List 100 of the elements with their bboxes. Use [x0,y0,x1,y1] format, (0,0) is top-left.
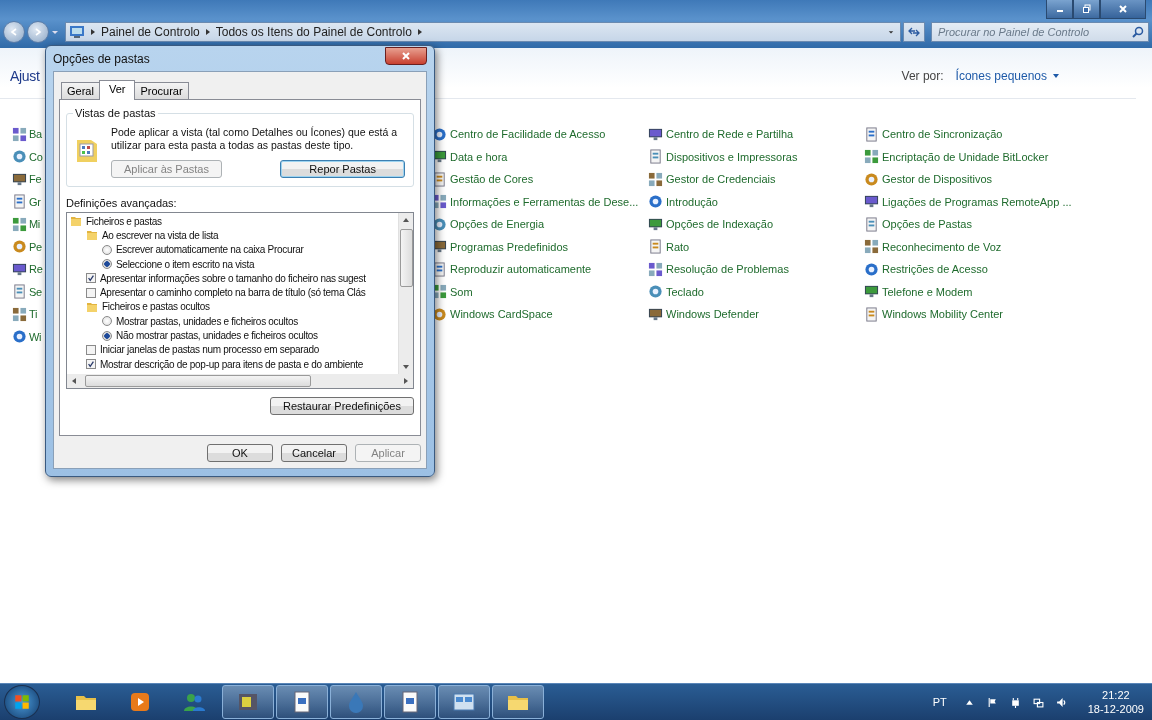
control-panel-link[interactable]: Reproduzir automaticamente [450,263,592,276]
control-panel-link[interactable]: Som [450,285,473,298]
taskbar-button[interactable] [384,685,436,719]
taskbar-button[interactable] [276,685,328,719]
tree-item[interactable]: Escrever automaticamente na caixa Procurar [102,242,398,257]
chevron-icon[interactable] [204,28,211,36]
control-panel-link[interactable]: Opções de Pastas [882,218,972,231]
control-panel-link[interactable]: Programas Predefinidos [450,240,568,253]
tree-item[interactable]: Seleccione o item escrito na vista [102,256,398,272]
scrollbar[interactable] [398,213,413,374]
tree-item[interactable]: Ao escrever na vista de lista [86,228,398,243]
close-button[interactable] [1100,0,1146,19]
push-button[interactable]: Cancelar [281,444,347,462]
taskbar-button[interactable] [492,685,544,719]
window-icon [452,690,476,714]
chevron-icon[interactable] [90,28,96,36]
speaker-icon[interactable] [1055,696,1067,708]
tab[interactable]: Geral [61,82,100,99]
control-panel-link[interactable]: Re [29,263,43,276]
control-panel-link[interactable]: Windows Mobility Center [882,308,1004,321]
forward-button[interactable] [27,21,49,43]
plug-icon[interactable] [1009,696,1021,708]
control-panel-link[interactable]: Gestão de Cores [450,173,534,186]
control-panel-link[interactable]: Gestor de Dispositivos [882,173,993,186]
control-panel-link[interactable]: Windows CardSpace [450,308,553,321]
radio-button[interactable] [102,244,112,255]
tab[interactable]: Procurar [134,82,189,99]
control-panel-link[interactable]: Pe [29,240,42,253]
control-panel-link[interactable]: Opções de Energia [450,218,545,231]
back-button[interactable] [3,21,25,43]
right-arrow-icon[interactable] [403,377,409,385]
control-panel-link[interactable]: Informações e Ferramentas de Dese... [450,195,639,208]
control-panel-link[interactable]: Rato [666,240,690,253]
address-bar[interactable]: Painel de Controlo Todos os Itens do Painel de Controlo [65,22,901,42]
control-panel-link[interactable]: Ti [29,308,38,321]
control-panel-link[interactable]: Dispositivos e Impressoras [666,150,798,163]
control-panel-link[interactable]: Resolução de Problemas [666,263,789,276]
control-panel-link[interactable]: Gestor de Credenciais [666,173,776,186]
network-icon[interactable] [1032,696,1044,708]
control-panel-link[interactable]: Wi [29,330,42,343]
control-panel-link[interactable]: Centro de Rede e Partilha [666,128,794,141]
control-panel-link[interactable]: Opções de Indexação [666,218,774,231]
up-arrow-icon[interactable] [402,217,410,223]
control-panel-link[interactable]: Encriptação de Unidade BitLocker [882,150,1049,163]
checkbox[interactable] [86,287,96,298]
tree-item[interactable]: Ficheiros e pastas [70,214,398,229]
breadcrumb-item[interactable]: Todos os Itens do Painel de Controlo [215,25,412,39]
checkbox[interactable] [86,359,96,370]
tab[interactable]: Ver [98,80,136,100]
scrollbar[interactable] [67,374,413,388]
control-panel-link[interactable]: Windows Defender [666,308,759,321]
minimize-button[interactable] [1046,0,1073,19]
check-icon [87,274,95,283]
control-panel-link[interactable]: Co [29,150,43,163]
control-panel-link[interactable]: Se [29,285,42,298]
close-button[interactable] [385,46,427,65]
tree-item[interactable]: Mostrar pastas, unidades e ficheiros ocultos [102,314,398,329]
control-panel-link[interactable]: Centro de Facilidade de Acesso [450,128,606,141]
taskbar-button[interactable] [222,685,274,719]
checkbox[interactable] [86,273,96,284]
control-panel-link[interactable]: Data e hora [450,150,508,163]
language-indicator[interactable]: PT [932,696,947,708]
control-panel-link[interactable]: Introdução [666,195,718,208]
restore-button[interactable] [1073,0,1100,19]
taskbar-button[interactable] [330,685,382,719]
view-by-dropdown[interactable]: Ícones pequenos [955,69,1060,83]
caret-icon[interactable] [888,28,894,36]
radio-button[interactable] [102,316,112,327]
tree-item[interactable]: Mostrar descrição de pop-up para itens de pasta e do ambiente [86,356,398,372]
tree-item[interactable]: Apresentar informações sobre o tamanho do ficheiro nas sugest [86,271,398,286]
down-arrow-icon[interactable] [402,364,410,370]
control-panel-link[interactable]: Gr [29,195,41,208]
start-button[interactable] [4,685,40,719]
chevron-icon[interactable] [416,28,423,36]
push-button[interactable]: Restaurar Predefinições [270,397,414,415]
clock[interactable]: 21:22 18-12-2009 [1087,688,1144,716]
flag-icon[interactable] [986,696,998,708]
checkbox[interactable] [86,344,96,355]
radio-button[interactable] [102,330,112,341]
control-panel-link[interactable]: Mi [29,218,40,231]
control-panel-link[interactable]: Teclado [666,285,704,298]
refresh-button[interactable] [903,22,925,42]
control-panel-link[interactable]: Restrições de Acesso [882,263,988,276]
control-panel-link[interactable]: Fe [29,173,42,186]
tree-item[interactable]: Ficheiros e pastas ocultos [86,299,398,315]
radio-button[interactable] [102,259,112,270]
push-button[interactable]: OK [207,444,273,462]
control-panel-link[interactable]: Ligações de Programas RemoteApp ... [882,195,1072,208]
control-panel-link[interactable]: Reconhecimento de Voz [882,240,1002,253]
taskbar-button[interactable] [438,685,490,719]
circle-icon [12,149,27,165]
control-panel-link[interactable]: Centro de Sincronização [882,128,1003,141]
push-button[interactable]: Repor Pastas [280,160,405,178]
tree-item[interactable]: Iniciar janelas de pastas num processo em separado [86,342,398,357]
control-panel-link[interactable]: Ba [29,128,42,141]
control-panel-link[interactable]: Telefone e Modem [882,285,973,298]
breadcrumb-item[interactable]: Painel de Controlo [101,25,200,39]
tree-item[interactable]: Não mostrar pastas, unidades e ficheiros ocultos [102,328,398,343]
left-arrow-icon[interactable] [71,377,77,385]
tree-item[interactable]: Apresentar o caminho completo na barra de título (só tema Clás [86,285,398,300]
